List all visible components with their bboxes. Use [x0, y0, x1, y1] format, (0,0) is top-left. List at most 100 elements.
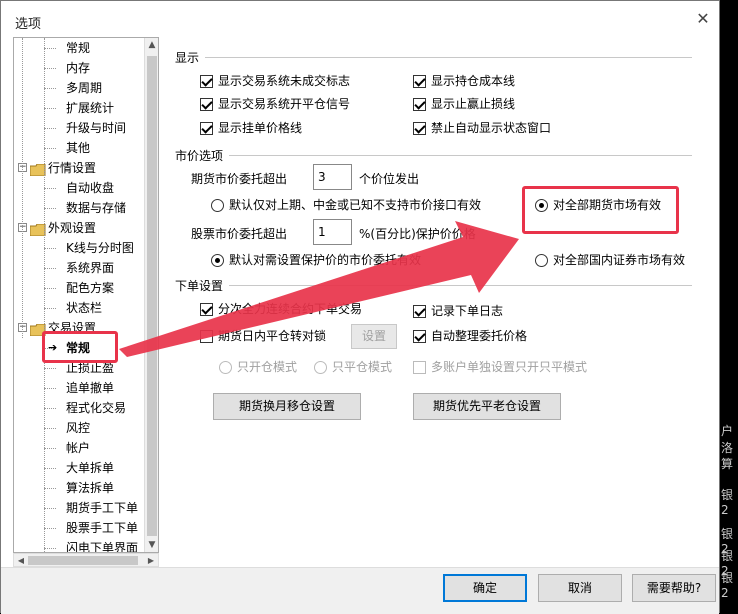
tree-item-label: 扩展统计: [66, 98, 114, 118]
checkbox-icon[interactable]: [413, 122, 426, 135]
tree-item[interactable]: 升级与时间: [14, 118, 144, 138]
radio-icon[interactable]: [314, 361, 327, 374]
help-button[interactable]: 需要帮助?: [632, 574, 716, 602]
tree-connector: [44, 288, 56, 289]
cb-show-open-close-signal[interactable]: 显示交易系统开平仓信号: [200, 95, 350, 113]
tree-item[interactable]: 闪电下单界面: [14, 538, 144, 553]
tree-connector: [44, 188, 56, 189]
checkbox-icon[interactable]: [200, 330, 213, 343]
tree-item[interactable]: 扩展统计: [14, 98, 144, 118]
rb-close-only[interactable]: 只平仓模式: [314, 358, 392, 376]
tree-item[interactable]: 算法拆单: [14, 478, 144, 498]
scroll-left-icon[interactable]: ◀: [14, 554, 28, 568]
close-old-first-button[interactable]: 期货优先平老仓设置: [413, 393, 561, 420]
tree-hscrollbar[interactable]: ◀ ▶: [13, 553, 159, 567]
tree-item-label: 其他: [66, 138, 90, 158]
tree-connector: [44, 408, 56, 409]
tree-item-label: 追单撤单: [66, 378, 114, 398]
scroll-up-icon[interactable]: ▲: [145, 38, 159, 52]
radio-icon[interactable]: [211, 199, 224, 212]
checkbox-icon[interactable]: [200, 122, 213, 135]
hscroll-thumb[interactable]: [28, 556, 138, 565]
tree-item-label: 行情设置: [48, 158, 96, 178]
ok-button[interactable]: 确定: [443, 574, 527, 602]
cb-log-orders[interactable]: 记录下单日志: [413, 302, 503, 320]
background-char: 银2: [721, 486, 738, 517]
tree-item[interactable]: 数据与存储: [14, 198, 144, 218]
cb-split-orders[interactable]: 分次全力连续合约下单交易: [200, 300, 362, 318]
tree-item[interactable]: 内存: [14, 58, 144, 78]
cb-multi-account-mode[interactable]: 多账户单独设置只开只平模式: [413, 358, 587, 376]
tree-connector: [44, 48, 56, 49]
options-dialog: 选项 ✕ 常规内存多周期扩展统计升级与时间其他−行情设置自动收盘数据与存储−外观…: [0, 0, 720, 613]
tree-group[interactable]: −行情设置: [14, 158, 144, 178]
tree-item[interactable]: 配色方案: [14, 278, 144, 298]
tree-group[interactable]: −外观设置: [14, 218, 144, 238]
cb-show-order-price-line[interactable]: 显示挂单价格线: [200, 119, 302, 137]
scroll-down-icon[interactable]: ▼: [145, 538, 159, 552]
tree-connector: [44, 468, 56, 469]
rb-open-only[interactable]: 只开仓模式: [219, 358, 297, 376]
settings-tree[interactable]: 常规内存多周期扩展统计升级与时间其他−行情设置自动收盘数据与存储−外观设置K线与…: [13, 37, 159, 553]
tree-item[interactable]: 常规: [14, 38, 144, 58]
radio-icon[interactable]: [211, 254, 224, 267]
tree-item[interactable]: 程式化交易: [14, 398, 144, 418]
tree-item[interactable]: 多周期: [14, 78, 144, 98]
tree-connector: [44, 448, 56, 449]
close-icon[interactable]: ✕: [695, 11, 711, 27]
checkbox-icon[interactable]: [413, 330, 426, 343]
checkbox-icon[interactable]: [200, 75, 213, 88]
checkbox-icon[interactable]: [413, 361, 426, 374]
tree-item[interactable]: 状态栏: [14, 298, 144, 318]
stock-threshold-unit: %(百分比)保护价价格: [359, 225, 476, 242]
futures-threshold-input[interactable]: 3: [313, 164, 352, 190]
tree-item[interactable]: 其他: [14, 138, 144, 158]
checkbox-icon[interactable]: [413, 75, 426, 88]
tree-item[interactable]: 大单拆单: [14, 458, 144, 478]
scroll-thumb[interactable]: [147, 56, 157, 536]
cb-auto-price[interactable]: 自动整理委托价格: [413, 327, 527, 345]
tree-connector: [44, 148, 56, 149]
tree-item-label: K线与分时图: [66, 238, 134, 258]
cb-show-stop-lines[interactable]: 显示止赢止损线: [413, 95, 515, 113]
scroll-right-icon[interactable]: ▶: [144, 554, 158, 568]
tree-connector: [44, 68, 56, 69]
cb-show-position-cost-line[interactable]: 显示持仓成本线: [413, 72, 515, 90]
cb-intraday-lock[interactable]: 期货日内平仓转对锁: [200, 327, 326, 345]
tree-connector: [44, 308, 56, 309]
cb-disable-status-window[interactable]: 禁止自动显示状态窗口: [413, 119, 551, 137]
stock-threshold-input[interactable]: 1: [313, 219, 352, 245]
checkbox-icon[interactable]: [413, 305, 426, 318]
settings-button[interactable]: 设置: [351, 324, 397, 349]
tree-item-label: 数据与存储: [66, 198, 126, 218]
market-price-divider: [229, 155, 692, 156]
rb-stock-default[interactable]: 默认对需设置保护价的市价委托有效: [211, 251, 421, 269]
cb-show-unfilled-flag[interactable]: 显示交易系统未成交标志: [200, 72, 350, 90]
display-divider: [205, 57, 692, 58]
cancel-button[interactable]: 取消: [538, 574, 622, 602]
tree-item[interactable]: 股票手工下单: [14, 518, 144, 538]
checkbox-icon[interactable]: [200, 303, 213, 316]
tree-item[interactable]: 风控: [14, 418, 144, 438]
rb-stock-all-markets[interactable]: 对全部国内证券市场有效: [535, 251, 685, 269]
radio-icon[interactable]: [219, 361, 232, 374]
tree-item[interactable]: 期货手工下单: [14, 498, 144, 518]
tree-item[interactable]: 追单撤单: [14, 378, 144, 398]
radio-icon[interactable]: [535, 254, 548, 267]
tree-item[interactable]: 系统界面: [14, 258, 144, 278]
display-section-label: 显示: [175, 49, 199, 66]
tree-connector: [44, 548, 56, 549]
rollover-settings-button[interactable]: 期货换月移仓设置: [213, 393, 361, 420]
checkbox-icon[interactable]: [413, 98, 426, 111]
tree-connector: [44, 428, 56, 429]
tree-item[interactable]: 自动收盘: [14, 178, 144, 198]
tree-item[interactable]: K线与分时图: [14, 238, 144, 258]
tree-scrollbar[interactable]: ▲ ▼: [144, 38, 158, 552]
order-section-label: 下单设置: [175, 277, 223, 294]
checkbox-icon[interactable]: [200, 98, 213, 111]
tree-item[interactable]: 帐户: [14, 438, 144, 458]
tree-connector: [44, 248, 56, 249]
tree-item-label: 常规: [66, 38, 90, 58]
rb-futures-default[interactable]: 默认仅对上期、中金或已知不支持市价接口有效: [211, 196, 481, 214]
futures-threshold-unit: 个价位发出: [359, 170, 419, 187]
